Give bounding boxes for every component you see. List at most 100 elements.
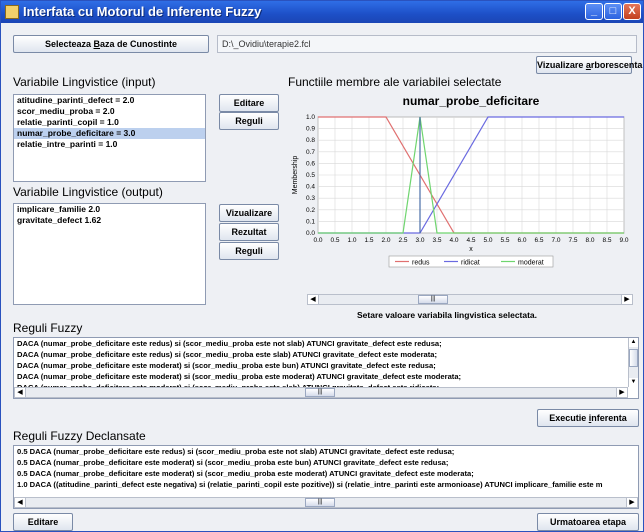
scroll-thumb[interactable]: |||	[418, 295, 448, 304]
fuzzy-rule-line[interactable]: DACA (numar_probe_deficitare este redus)…	[14, 338, 638, 349]
scroll-up-arrow[interactable]: ▲	[629, 338, 638, 347]
scroll-left-arrow[interactable]: ◀	[308, 295, 319, 304]
tree-view-label-a: Vizualizare	[537, 60, 586, 70]
tree-view-label-b: rborescenta	[590, 60, 643, 70]
app-icon	[5, 5, 19, 19]
fuzzy-rule-line[interactable]: DACA (numar_probe_deficitare este redus)…	[14, 349, 638, 360]
scroll-right-arrow[interactable]: ▶	[616, 388, 627, 397]
x-tick-label: 2.0	[381, 237, 390, 244]
y-tick-label: 0.2	[306, 207, 315, 214]
scroll-down-arrow[interactable]: ▼	[629, 378, 638, 387]
output-variable-item[interactable]: implicare_familie 2.0	[14, 204, 205, 215]
chart-section-title: Functiile membre ale variabilei selectat…	[288, 75, 502, 89]
scroll-right-arrow[interactable]: ▶	[626, 498, 637, 507]
scroll-thumb[interactable]: |||	[305, 498, 335, 507]
membership-chart-svg: numar_probe_deficitare 0.0 0.5 1.0 1.5 2.0 2.5…	[292, 94, 629, 268]
select-kb-label-b: aza de Cunostinte	[100, 39, 178, 49]
y-tick-label: 0.4	[306, 184, 315, 191]
x-tick-label: 6.5	[534, 237, 543, 244]
chart-status-text: Setare valoare variabila lingvistica sel…	[357, 310, 538, 320]
rules-horizontal-scrollbar[interactable]: ◀ ||| ▶	[14, 387, 628, 398]
scroll-thumb[interactable]: |||	[305, 388, 335, 397]
y-axis-label: Membership	[292, 156, 299, 195]
x-tick-label: 8.5	[602, 237, 611, 244]
minimize-button[interactable]: _	[585, 3, 603, 20]
y-tick-label: 0.1	[306, 218, 315, 225]
title-bar[interactable]: Interfata cu Motorul de Inferente Fuzzy …	[1, 1, 643, 23]
next-step-button[interactable]: Urmatoarea etapa	[537, 513, 639, 531]
fired-rules-horizontal-scrollbar[interactable]: ◀ ||| ▶	[14, 497, 638, 508]
chart-title: numar_probe_deficitare	[403, 94, 540, 108]
fired-rule-line[interactable]: 0.5 DACA (numar_probe_deficitare este mo…	[14, 468, 638, 479]
view-output-button[interactable]: Vizualizare	[219, 204, 279, 222]
y-tick-label: 0.9	[306, 126, 315, 133]
x-tick-label: 3.0	[415, 237, 424, 244]
fired-rules-list[interactable]: 0.5 DACA (numar_probe_deficitare este re…	[13, 445, 639, 509]
scroll-right-arrow[interactable]: ▶	[621, 295, 632, 304]
x-tick-label: 3.5	[432, 237, 441, 244]
x-tick-label: 6.0	[517, 237, 526, 244]
y-tick-label: 1.0	[306, 114, 315, 121]
x-tick-label: 5.5	[500, 237, 509, 244]
input-variable-item[interactable]: atitudine_parinti_defect = 2.0	[14, 95, 205, 106]
input-variable-item[interactable]: relatie_parinti_copil = 1.0	[14, 117, 205, 128]
x-tick-label: 8.0	[585, 237, 594, 244]
output-rules-button[interactable]: Reguli	[219, 242, 279, 260]
y-tick-label: 0.5	[306, 172, 315, 179]
output-variables-list[interactable]: implicare_familie 2.0 gravitate_defect 1…	[13, 203, 206, 305]
fuzzy-rule-line[interactable]: DACA (numar_probe_deficitare este modera…	[14, 360, 638, 371]
legend-label-ridicat: ridicat	[461, 260, 480, 267]
fuzzy-rules-title: Reguli Fuzzy	[13, 321, 83, 335]
x-tick-label: 0.5	[330, 237, 339, 244]
maximize-button[interactable]: □	[604, 3, 622, 20]
fired-rule-line[interactable]: 1.0 DACA ((atitudine_parinti_defect este…	[14, 479, 638, 490]
x-axis-label: x	[469, 246, 473, 253]
close-button[interactable]: X	[623, 3, 641, 20]
chart-horizontal-scrollbar[interactable]: ◀ ||| ▶	[307, 294, 633, 305]
input-variables-list[interactable]: atitudine_parinti_defect = 2.0 scor_medi…	[13, 94, 206, 182]
fired-rules-title: Reguli Fuzzy Declansate	[13, 429, 146, 443]
y-tick-label: 0.3	[306, 195, 315, 202]
execute-label-b: nferenta	[591, 413, 627, 423]
vertical-scroll-thumb[interactable]	[629, 349, 638, 367]
input-variables-title: Variabile Lingvistice (input)	[13, 75, 156, 89]
fuzzy-rules-list[interactable]: DACA (numar_probe_deficitare este redus)…	[13, 337, 639, 399]
membership-chart: numar_probe_deficitare 0.0 0.5 1.0 1.5 2.0 2.5…	[288, 89, 639, 291]
fuzzy-rule-line[interactable]: DACA (numar_probe_deficitare este modera…	[14, 371, 638, 382]
x-tick-label: 4.0	[449, 237, 458, 244]
x-tick-label: 7.5	[568, 237, 577, 244]
scroll-left-arrow[interactable]: ◀	[15, 388, 26, 397]
output-variable-item[interactable]: gravitate_defect 1.62	[14, 215, 205, 226]
legend-label-moderat: moderat	[518, 260, 544, 267]
fired-rule-line[interactable]: 0.5 DACA (numar_probe_deficitare este re…	[14, 446, 638, 457]
x-tick-label: 1.0	[347, 237, 356, 244]
output-variables-title: Variabile Lingvistice (output)	[13, 185, 163, 199]
scroll-left-arrow[interactable]: ◀	[15, 498, 26, 507]
window-title: Interfata cu Motorul de Inferente Fuzzy	[23, 4, 262, 19]
select-kb-label-a: Selecteaza	[44, 39, 94, 49]
y-tick-label: 0.8	[306, 137, 315, 144]
fired-rule-line[interactable]: 0.5 DACA (numar_probe_deficitare este mo…	[14, 457, 638, 468]
input-rules-button[interactable]: Reguli	[219, 112, 279, 130]
input-variable-item[interactable]: scor_mediu_proba = 2.0	[14, 106, 205, 117]
y-tick-label: 0.6	[306, 160, 315, 167]
x-tick-label: 1.5	[364, 237, 373, 244]
result-button[interactable]: Rezultat	[219, 223, 279, 241]
legend-label-redus: redus	[412, 260, 430, 267]
rules-vertical-scrollbar[interactable]: ▲ ▼	[628, 338, 638, 387]
x-tick-label: 5.0	[483, 237, 492, 244]
edit-input-button[interactable]: Editare	[219, 94, 279, 112]
y-tick-label: 0.0	[306, 230, 315, 237]
tree-view-button[interactable]: Vizualizare arborescenta	[536, 56, 642, 74]
bottom-edit-button[interactable]: Editare	[13, 513, 73, 531]
input-variable-item[interactable]: relatie_intre_parinti = 1.0	[14, 139, 205, 150]
input-variable-item-selected[interactable]: numar_probe_deficitare = 3.0	[14, 128, 205, 139]
execute-label-a: Executie	[549, 413, 589, 423]
x-tick-label: 4.5	[466, 237, 475, 244]
x-tick-label: 7.0	[551, 237, 560, 244]
select-knowledge-base-button[interactable]: Selecteaza Baza de Cunostinte	[13, 35, 209, 53]
execute-inference-button[interactable]: Executie inferenta	[537, 409, 639, 427]
main-window: Interfata cu Motorul de Inferente Fuzzy …	[0, 0, 644, 532]
x-tick-label: 2.5	[398, 237, 407, 244]
x-tick-label: 0.0	[313, 237, 322, 244]
